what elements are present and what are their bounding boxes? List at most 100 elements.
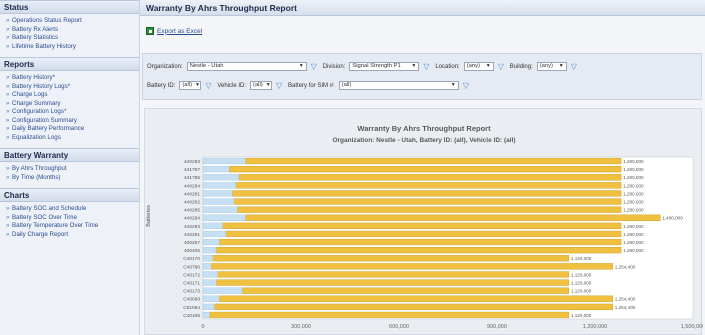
export-excel-link[interactable]: Export as Excel <box>146 27 202 35</box>
y-tick-label: 440294 <box>184 216 200 222</box>
bar-total-label: 1,254,400 <box>615 305 636 310</box>
sim-select[interactable]: (all) ▼ <box>338 81 459 90</box>
bar-remaining <box>245 214 661 221</box>
sidebar-item[interactable]: » Daily Charge Report <box>6 231 139 240</box>
vehicle-id-select[interactable]: (all) ▼ <box>250 81 273 90</box>
y-tick-label: 400287 <box>184 240 200 246</box>
building-select[interactable]: (any) ▼ <box>536 62 567 71</box>
filter-icon[interactable]: ▽ <box>571 62 579 71</box>
bar-total-label: 1,280,000 <box>623 232 644 237</box>
sidebar-item[interactable]: » Charge Summary <box>6 100 139 109</box>
sidebar-item-label: Daily Battery Performance <box>12 125 85 132</box>
filter-icon[interactable]: ▽ <box>423 62 431 71</box>
sidebar-item[interactable]: » Battery History Logs* <box>6 83 139 92</box>
organization-select[interactable]: Nestle - Utah ▼ <box>186 62 307 71</box>
dropdown-arrow-icon: ▼ <box>485 63 491 69</box>
sidebar-list: » By Ahrs Throughput» By Time (Months) <box>0 162 139 188</box>
sidebar-item-label: Battery History Logs* <box>12 82 71 90</box>
location-select[interactable]: (any) ▼ <box>463 62 494 71</box>
sidebar-item[interactable]: » Equalization Logs <box>6 134 139 143</box>
x-tick-label: 600,000 <box>389 324 409 330</box>
battery-id-select[interactable]: (all) ▼ <box>179 81 202 90</box>
sidebar-list: » Battery SOC and Schedule» Battery SOC Ov… <box>0 202 139 245</box>
sidebar-section-title: Charts <box>0 188 139 202</box>
sidebar-item[interactable]: » Operations Status Report <box>6 17 139 26</box>
bar-remaining <box>222 222 622 229</box>
sidebar-item[interactable]: » Configuration Summary <box>6 117 139 126</box>
sidebar-item[interactable]: » Configuration Logs* <box>6 108 139 117</box>
battery-id-label: Battery ID: <box>147 82 176 89</box>
main-panel: Warranty By Ahrs Throughput Report Expor… <box>140 0 705 335</box>
chart-panel: Warranty By Ahrs Throughput Report Organ… <box>144 108 703 335</box>
bar-remaining <box>214 303 613 310</box>
y-tick-label: C51094 <box>183 305 200 311</box>
y-tick-label: 440293 <box>184 224 200 230</box>
filter-icon[interactable]: ▽ <box>311 62 319 71</box>
sidebar-item[interactable]: » Battery Temperature Over Time <box>6 222 139 231</box>
bar-remaining <box>237 206 622 213</box>
dropdown-arrow-icon: ▼ <box>411 63 417 69</box>
sidebar-item[interactable]: » Battery SOC and Schedule <box>6 205 139 214</box>
y-tick-label: 441785 <box>184 175 200 181</box>
bar-used <box>202 182 236 189</box>
sidebar-item[interactable]: » Battery Statistics <box>6 34 139 43</box>
bar-remaining <box>215 279 570 286</box>
bar-total-label: 1,254,400 <box>615 264 636 269</box>
bar-total-label: 1,280,000 <box>623 248 644 253</box>
sidebar-item-label: Battery SOC and Schedule <box>12 205 87 212</box>
division-select[interactable]: Signal Strength P1 ▼ <box>349 62 420 71</box>
bar-remaining <box>233 198 622 205</box>
sidebar-item[interactable]: » Charge Logs <box>6 91 139 100</box>
bar-remaining <box>212 255 570 262</box>
x-tick-label: 0 <box>201 324 204 330</box>
x-tick-label: 900,000 <box>487 324 507 330</box>
bar-total-label: 1,120,000 <box>571 313 592 318</box>
filter-icon[interactable]: ▽ <box>205 81 213 90</box>
filter-icon[interactable]: ▽ <box>498 62 506 71</box>
filter-icon[interactable]: ▽ <box>276 81 284 90</box>
bar-used <box>202 295 220 302</box>
y-tick-label: C40172 <box>183 272 200 278</box>
sidebar-item-label: Battery SOC Over Time <box>12 213 77 221</box>
bar-total-label: 1,280,000 <box>623 240 644 245</box>
sidebar-item[interactable]: » Daily Battery Performance <box>6 125 139 134</box>
sidebar-item[interactable]: » Lifetime Battery History <box>6 43 139 52</box>
bar-total-label: 1,280,000 <box>623 224 644 229</box>
bar-used <box>202 271 218 278</box>
sidebar-item-label: Battery History* <box>12 74 55 81</box>
sidebar-item-label: Equalization Logs <box>12 133 61 141</box>
dropdown-arrow-icon: ▼ <box>298 63 304 69</box>
y-tick-label: C40173 <box>183 289 200 295</box>
y-tick-label: C40171 <box>183 280 200 286</box>
bar-used <box>202 206 238 213</box>
sim-label: Battery for SIM #: <box>288 82 335 89</box>
dropdown-arrow-icon: ▼ <box>558 63 564 69</box>
bar-total-label: 1,120,000 <box>571 280 592 285</box>
y-tick-label: 440285 <box>184 208 200 214</box>
bar-remaining <box>219 295 613 302</box>
y-tick-label: C40170 <box>183 256 200 262</box>
sidebar-item-label: Battery Temperature Over Time <box>12 222 99 229</box>
location-label: Location: <box>435 63 460 70</box>
bar-remaining <box>235 182 622 189</box>
y-tick-label: 440291 <box>184 232 200 238</box>
bar-total-label: 1,400,000 <box>662 216 683 221</box>
sidebar-item[interactable]: » By Time (Months) <box>6 174 139 183</box>
filter-icon[interactable]: ▽ <box>463 81 471 90</box>
sidebar-item[interactable]: » Battery History* <box>6 74 139 83</box>
y-tick-label: C40165 <box>183 313 200 319</box>
sidebar-item[interactable]: » Battery SOC Over Time <box>6 214 139 223</box>
bar-total-label: 1,280,000 <box>623 199 644 204</box>
sidebar: Status» Operations Status Report» Battery … <box>0 0 140 335</box>
y-tick-label: C40780 <box>183 264 200 270</box>
sidebar-item[interactable]: » Battery Rx Alerts <box>6 26 139 35</box>
bar-remaining <box>209 311 570 319</box>
bar-used <box>202 214 246 221</box>
bar-used <box>202 279 217 286</box>
vehicle-id-label: Vehicle ID: <box>217 82 247 89</box>
sidebar-item[interactable]: » By Ahrs Throughput <box>6 165 139 174</box>
bar-used <box>202 166 230 173</box>
dropdown-arrow-icon: ▼ <box>195 82 200 88</box>
y-tick-label: 440284 <box>184 183 200 189</box>
page-title: Warranty By Ahrs Throughput Report <box>140 0 705 16</box>
